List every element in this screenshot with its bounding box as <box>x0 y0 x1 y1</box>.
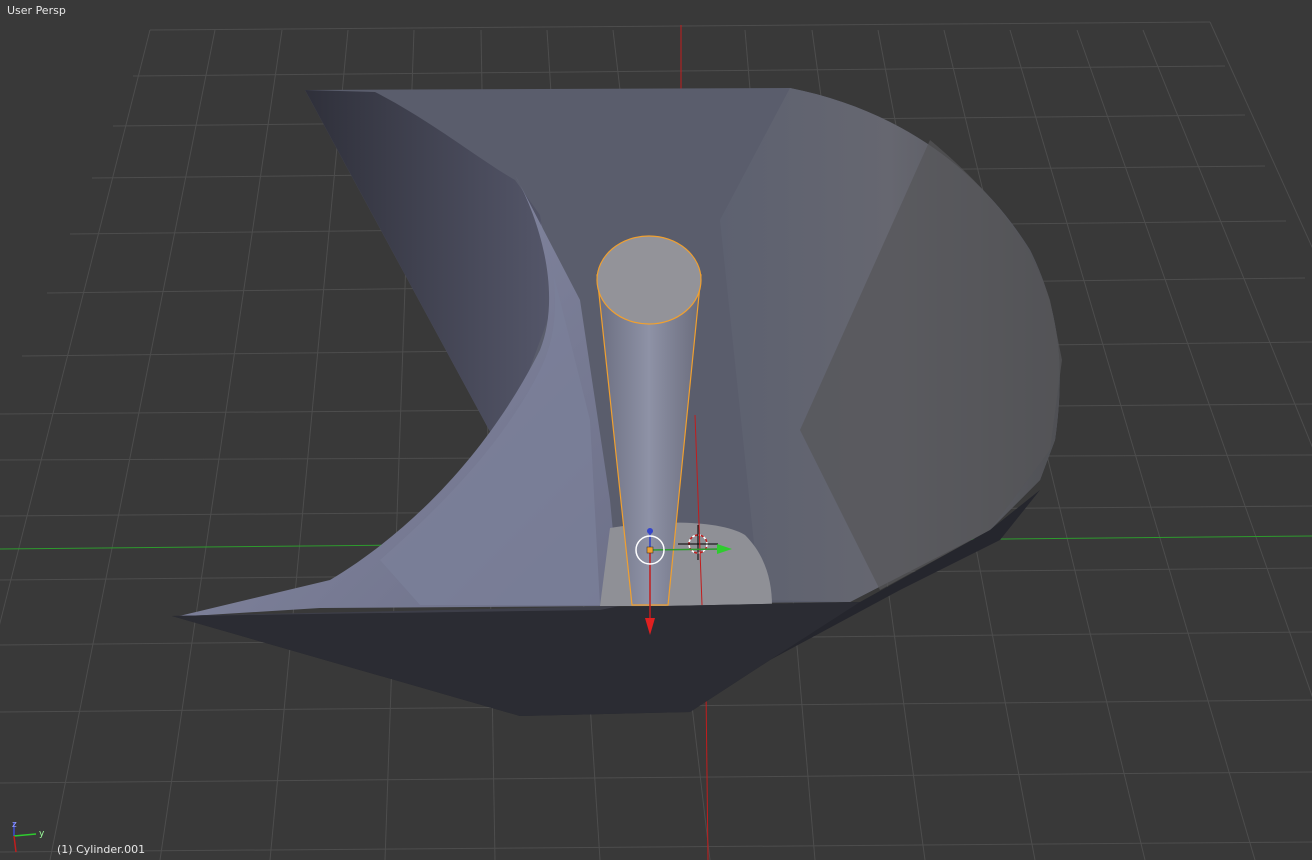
view-axis-gizmo-icon: z y <box>12 820 45 853</box>
object-origin-icon <box>646 546 654 554</box>
3d-viewport[interactable]: z y User Persp (1) Cylinder.001 <box>0 0 1312 860</box>
gizmo-y-label: y <box>39 829 45 839</box>
active-object-label: (1) Cylinder.001 <box>57 843 146 856</box>
viewport-canvas[interactable]: z y <box>0 0 1312 860</box>
view-label: User Persp <box>7 4 66 17</box>
gizmo-z-label: z <box>12 820 17 830</box>
